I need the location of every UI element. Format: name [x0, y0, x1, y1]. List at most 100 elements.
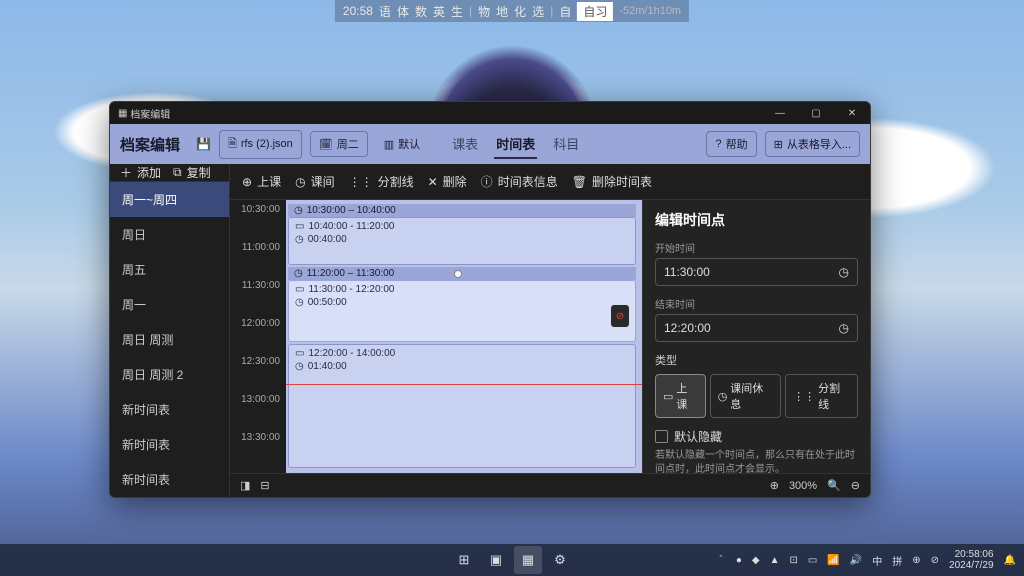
day-chip[interactable]: 🗓周二	[310, 131, 368, 157]
sidebar-item[interactable]: 周日 周测	[110, 322, 229, 357]
header-title: 档案编辑	[120, 134, 180, 155]
end-time-input[interactable]: 12:20:00◷	[655, 314, 858, 342]
clock-icon: ◷	[295, 296, 304, 309]
info-button[interactable]: ⓘ时间表信息	[481, 173, 558, 190]
volume-icon[interactable]: 🔊	[850, 555, 862, 566]
clock-icon: ◷	[295, 233, 304, 246]
taskbar-app[interactable]: ▣	[482, 546, 510, 574]
add-class-button[interactable]: ⊕上课	[242, 173, 281, 190]
help-button[interactable]: ?帮助	[706, 131, 756, 157]
sidebar-item[interactable]: 周一~周四	[110, 182, 229, 217]
window-titlebar[interactable]: ▦ 档案编辑 — ▢ ✕	[110, 102, 870, 124]
system-tray[interactable]: ＾ ● ◆ ▲ ⊡ ▭ 📶 🔊 中 拼 ⊕ ⊘ 20:58:06 2024/7/…	[716, 549, 1016, 571]
trash-icon: 🗑	[572, 175, 587, 189]
tray-icon[interactable]: ⊡	[790, 555, 798, 566]
close-button[interactable]: ✕	[834, 102, 870, 124]
notification-icon[interactable]: 🔔	[1004, 555, 1016, 566]
start-time-input[interactable]: 11:30:00◷	[655, 258, 858, 286]
target-icon[interactable]: ⊕	[770, 479, 779, 492]
sidebar: ＋添加 ⧉复制 周一~周四 周日 周五 周一 周日 周测 周日 周测 2 新时间…	[110, 164, 230, 497]
tab-subjects[interactable]: 科目	[551, 130, 581, 159]
taskbar-clock[interactable]: 20:58:06 2024/7/29	[949, 549, 994, 571]
default-chip[interactable]: ▥默认	[376, 132, 428, 156]
taskbar[interactable]: ⊞ ▣ ▦ ⚙ ＾ ● ◆ ▲ ⊡ ▭ 📶 🔊 中 拼 ⊕ ⊘ 20:58:06…	[0, 544, 1024, 576]
add-break-button[interactable]: ◷课间	[295, 173, 335, 190]
sidebar-item[interactable]: 新时间表	[110, 392, 229, 427]
tray-icon[interactable]: ▲	[770, 555, 780, 566]
hide-default-checkbox[interactable]: 默认隐藏	[655, 428, 858, 445]
separator-slot[interactable]: ◷10:30:00 – 10:40:00	[288, 204, 636, 217]
app-icon: ▦	[118, 108, 127, 119]
type-break-button[interactable]: ◷课间休息	[710, 374, 781, 418]
inspector-panel: 编辑时间点 开始时间 11:30:00◷ 结束时间 12:20:00◷ 类型 ▭…	[642, 200, 870, 473]
add-divider-button[interactable]: ⋮⋮分割线	[349, 173, 414, 190]
ime-indicator[interactable]: 拼	[892, 553, 902, 568]
hide-default-help: 若默认隐藏一个时间点，那么只有在处于此时间点时，此时间点才会显示。	[655, 449, 858, 473]
import-button[interactable]: ⊞从表格导入...	[765, 131, 860, 157]
zoom-in-icon[interactable]: 🔍	[827, 479, 841, 492]
panel-left-icon[interactable]: ◨	[240, 479, 250, 492]
divider-icon: ⋮⋮	[793, 390, 815, 403]
ime-indicator[interactable]: 中	[872, 553, 882, 568]
sidebar-item[interactable]: 新时间表	[110, 462, 229, 497]
book-icon: ▭	[295, 347, 304, 360]
divider-icon: ⋮⋮	[349, 175, 373, 189]
clock-icon: ◷	[295, 175, 305, 189]
sidebar-item[interactable]: 周五	[110, 252, 229, 287]
start-button[interactable]: ⊞	[450, 546, 478, 574]
start-time-label: 开始时间	[655, 240, 858, 255]
sidebar-item[interactable]: 新时间表	[110, 427, 229, 462]
sidebar-item[interactable]: 周日 周测 2	[110, 357, 229, 392]
save-icon[interactable]: 💾	[196, 137, 211, 151]
panel-bottom-icon[interactable]: ⊟	[260, 479, 269, 492]
taskbar-app[interactable]: ⚙	[546, 546, 574, 574]
class-slot[interactable]: ▭12:20:00 - 14:00:00 ◷01:40:00	[288, 344, 636, 468]
wifi-icon[interactable]: 📶	[827, 555, 839, 566]
delete-table-button[interactable]: 🗑删除时间表	[572, 173, 652, 190]
minimize-button[interactable]: —	[762, 102, 798, 124]
zoom-out-icon[interactable]: ⊖	[851, 479, 860, 492]
timeline[interactable]: 10:30:0011:00:0011:30:0012:00:0012:30:00…	[230, 200, 642, 473]
chevron-up-icon[interactable]: ＾	[716, 553, 726, 568]
maximize-button[interactable]: ▢	[798, 102, 834, 124]
timeline-toolbar: ⊕上课 ◷课间 ⋮⋮分割线 ✕删除 ⓘ时间表信息 🗑删除时间表	[230, 164, 870, 200]
sidebar-item[interactable]: 周一	[110, 287, 229, 322]
class-slot[interactable]: ▭10:40:00 - 11:20:00 ◷00:40:00	[288, 217, 636, 265]
book-icon: ▭	[663, 390, 673, 403]
copy-button[interactable]: ⧉复制	[173, 164, 211, 181]
separator-slot[interactable]: ◷11:20:00 – 11:30:00	[288, 267, 636, 280]
clock-icon: ◷	[718, 390, 728, 403]
header: 档案编辑 💾 🗎rfs (2).json 🗓周二 ▥默认 课表 时间表 科目 ?…	[110, 124, 870, 164]
help-icon: ?	[715, 138, 721, 150]
tray-icon[interactable]: ⊘	[931, 555, 939, 566]
delete-button[interactable]: ✕删除	[428, 173, 467, 190]
tray-icon[interactable]: ●	[736, 555, 742, 566]
tab-schedule[interactable]: 课表	[450, 130, 480, 159]
taskbar-app[interactable]: ▦	[514, 546, 542, 574]
calendar-icon: 🗓	[319, 138, 333, 151]
plus-icon: ＋	[120, 164, 132, 181]
type-class-button[interactable]: ▭上课	[655, 374, 706, 418]
copy-icon: ⧉	[173, 165, 182, 180]
clock-icon: ◷	[295, 360, 304, 373]
file-chip[interactable]: 🗎rfs (2).json	[219, 130, 302, 159]
topbar-time: 20:58	[343, 4, 373, 18]
sidebar-item[interactable]: 周日	[110, 217, 229, 252]
tab-timetable[interactable]: 时间表	[494, 130, 537, 159]
clock-icon: ◷	[839, 321, 849, 335]
battery-icon[interactable]: ▭	[808, 555, 817, 566]
tray-icon[interactable]: ◆	[752, 555, 760, 566]
clock-icon: ◷	[294, 205, 303, 216]
class-slot-selected[interactable]: ▭11:30:00 - 12:20:00 ◷00:50:00 ⊘	[288, 280, 636, 342]
status-bar: ◨ ⊟ ⊕ 300% 🔍 ⊖	[230, 473, 870, 497]
timeline-body[interactable]: ◷10:30:00 – 10:40:00 ▭10:40:00 - 11:20:0…	[286, 200, 642, 473]
type-divider-button[interactable]: ⋮⋮分割线	[785, 374, 858, 418]
clock-icon: ◷	[294, 268, 303, 279]
add-button[interactable]: ＋添加	[120, 164, 161, 181]
warning-badge[interactable]: ⊘	[611, 305, 629, 327]
add-icon: ⊕	[242, 175, 252, 189]
drag-handle[interactable]	[454, 270, 462, 278]
tray-icon[interactable]: ⊕	[912, 555, 920, 566]
end-time-label: 结束时间	[655, 296, 858, 311]
close-icon: ✕	[428, 175, 438, 189]
